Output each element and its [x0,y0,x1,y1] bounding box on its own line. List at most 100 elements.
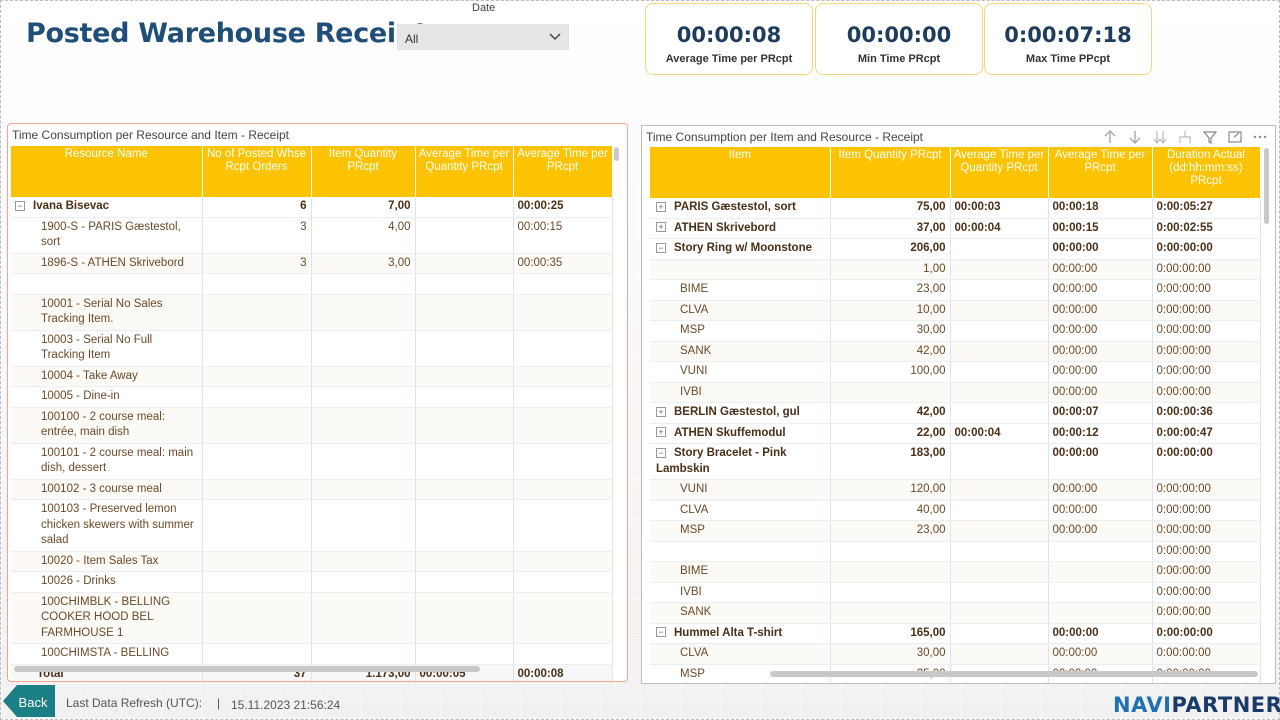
column-header-avg-time[interactable]: Average Time per PRcpt [1048,147,1153,198]
column-header-avg-time[interactable]: Average Time per PRcpt [513,146,613,197]
table-row[interactable]: 1,00 00:00:00 0:00:00:00 [650,259,1261,280]
table-row[interactable]: 100103 - Preserved lemon chicken skewers… [11,499,613,552]
cell-avg [1048,582,1153,603]
cell-qty [311,407,416,444]
expand-icon[interactable]: + [656,201,666,212]
cell-avg: 00:00:15 [1048,218,1153,239]
resource-item-matrix-panel[interactable]: Time Consumption per Resource and Item -… [7,123,628,682]
column-header-orders[interactable]: No of Posted Whse Rcpt Orders [202,146,312,197]
table-row[interactable]: 1900-S - PARIS Gæstestol, sort 3 4,00 00:00… [11,217,613,254]
group-name: Hummel Alta T-shirt [674,626,783,639]
horizontal-scrollbar[interactable] [14,666,480,672]
column-header-item-quantity[interactable]: Item Quantity PRcpt [830,147,951,198]
table-group-row[interactable]: − Story Bracelet - Pink Lambskin 183,00 00:… [650,443,1261,480]
table-row[interactable]: BIME 23,00 00:00:00 0:00:00:00 [650,279,1261,301]
cell-name: 10026 - Drinks [11,571,203,593]
table-row[interactable]: 100101 - 2 course meal: main dish, desse… [11,443,613,480]
cell-name: IVBI [650,382,831,403]
back-button[interactable]: Back [3,684,55,718]
table-group-row[interactable]: + PARIS Gæstestol, sort 75,00 00:00:03 00:00… [650,198,1261,219]
vertical-scrollbar[interactable] [1264,148,1269,224]
horizontal-scrollbar[interactable] [770,671,1258,677]
table-row[interactable]: 100CHIMSTA - BELLING [11,643,613,665]
cell-qty: 42,00 [830,402,951,424]
table-row[interactable]: 10020 - Item Sales Tax [11,551,613,572]
table-row[interactable]: IVBI 00:00:00 0:00:00:00 [650,382,1261,403]
table-row[interactable]: 100102 - 3 course meal [11,479,613,500]
table-row[interactable]: CLVA 30,00 00:00:00 0:00:00:00 [650,643,1261,665]
cell-dur: 0:00:00:00 [1152,520,1261,542]
cell-qty: 1,00 [830,259,951,280]
table-row[interactable]: 100CHIMBLK - BELLING COOKER HOOD BEL FAR… [11,592,613,644]
table-row[interactable]: CLVA 10,00 00:00:00 0:00:00:00 [650,300,1261,321]
table-row[interactable]: VUNI 120,00 00:00:00 0:00:00:00 [650,479,1261,501]
table-row[interactable]: VUNI 100,00 00:00:00 0:00:00:00 [650,361,1261,383]
table-row[interactable]: SANK 42,00 00:00:00 0:00:00:00 [650,341,1261,362]
collapse-icon[interactable]: − [656,242,666,253]
group-name: PARIS Gæstestol, sort [674,201,796,213]
cell-orders [202,386,312,408]
item-resource-matrix-panel[interactable]: Time Consumption per Item and Resource -… [641,125,1276,684]
cell-avg-qty [950,582,1049,603]
cell-avg-qty [950,300,1049,321]
date-filter-dropdown[interactable]: All [397,24,569,50]
column-header-item[interactable]: Item [650,147,831,198]
arrow-down-icon[interactable] [1126,129,1144,145]
table-row[interactable]: 1896-S - ATHEN Skrivebord 3 3,00 00:00:35 [11,253,613,274]
column-header-item-quantity[interactable]: Item Quantity PRcpt [311,146,416,197]
kpi-label: Max Time PPcpt [1025,53,1111,65]
table-group-row[interactable]: + BERLIN Gæstestol, gul 42,00 00:00:07 0:00:… [650,402,1261,424]
cell-avg: 00:00:00 [1048,300,1153,321]
kpi-value: 00:00:08 [676,23,782,47]
cell-qty: 3,00 [311,253,416,274]
table-row[interactable]: MSP 23,00 00:00:00 0:00:00:00 [650,520,1261,542]
vertical-scrollbar[interactable] [614,147,619,161]
table-group-row[interactable]: − Hummel Alta T-shirt 165,00 00:00:00 0:00:0… [650,623,1261,644]
table-row[interactable]: CLVA 40,00 00:00:00 0:00:00:00 [650,500,1261,521]
hierarchy-icon[interactable] [1176,129,1194,145]
cell-dur: 0:00:00:00 [1152,582,1261,603]
table-row[interactable]: 0:00:00:00 [650,541,1261,562]
column-header-avg-time-per-qty[interactable]: Average Time per Quantity PRcpt [950,147,1049,198]
resource-item-matrix[interactable]: Resource Name No of Posted Whse Rcpt Ord… [11,146,613,681]
table-group-row[interactable]: + ATHEN Skuffemodul 22,00 00:00:04 00:00:12 0… [650,423,1261,444]
expand-icon[interactable]: + [656,222,666,233]
focus-mode-icon[interactable] [1226,129,1244,145]
more-options-icon[interactable] [1251,129,1269,145]
cell-qty: 42,00 [830,341,951,362]
item-resource-matrix[interactable]: Item Item Quantity PRcpt Average Time pe… [650,147,1261,683]
cell-avg [513,273,613,295]
expand-icon[interactable]: + [656,406,666,417]
filter-icon[interactable] [1201,129,1219,145]
expand-icon[interactable]: + [656,427,666,438]
collapse-icon[interactable]: − [656,627,666,638]
cell-avg: 00:00:00 [1048,382,1153,403]
table-row[interactable]: BIME 0:00:00:00 [650,561,1261,583]
table-group-row[interactable]: − Ivana Bisevac 6 7,00 00:00:25 [11,197,613,218]
cell-avg: 00:00:15 [513,217,613,254]
table-row[interactable]: MSP 30,00 00:00:00 0:00:00:00 [650,320,1261,342]
table-row[interactable]: SANK 0:00:00:00 [650,602,1261,624]
table-row[interactable]: 10026 - Drinks [11,571,613,593]
table-group-row[interactable]: + ATHEN Skrivebord 37,00 00:00:04 00:00:15 0:… [650,218,1261,239]
cell-name: 100103 - Preserved lemon chicken skewers… [11,499,203,552]
arrow-up-icon[interactable] [1101,129,1119,145]
table-row[interactable]: 10004 - Take Away [11,366,613,387]
cell-avg-qty [415,330,514,367]
table-row[interactable]: 100100 - 2 course meal: entrée, main dis… [11,407,613,444]
column-header-duration-actual[interactable]: Duration Actual (dd:hh:mm:ss) PRcpt [1152,147,1261,198]
cell-dur: 0:00:00:00 [1152,382,1261,403]
collapse-icon[interactable]: − [15,200,25,211]
table-row[interactable]: 10003 - Serial No Full Tracking Item [11,330,613,367]
double-arrow-down-icon[interactable] [1151,129,1169,145]
table-group-row[interactable]: − Story Ring w/ Moonstone 206,00 00:00:00 0:… [650,238,1261,260]
table-row[interactable]: 10005 - Dine-in [11,386,613,408]
column-header-resource-name[interactable]: Resource Name [11,146,203,197]
table-row[interactable]: IVBI 0:00:00:00 [650,582,1261,603]
collapse-icon[interactable]: − [656,447,666,458]
column-header-avg-time-per-qty[interactable]: Average Time per Quantity PRcpt [415,146,514,197]
table-row[interactable] [11,273,613,295]
cell-avg-qty [950,541,1049,562]
cell-avg-qty [950,602,1049,624]
table-row[interactable]: 10001 - Serial No Sales Tracking Item. [11,294,613,331]
